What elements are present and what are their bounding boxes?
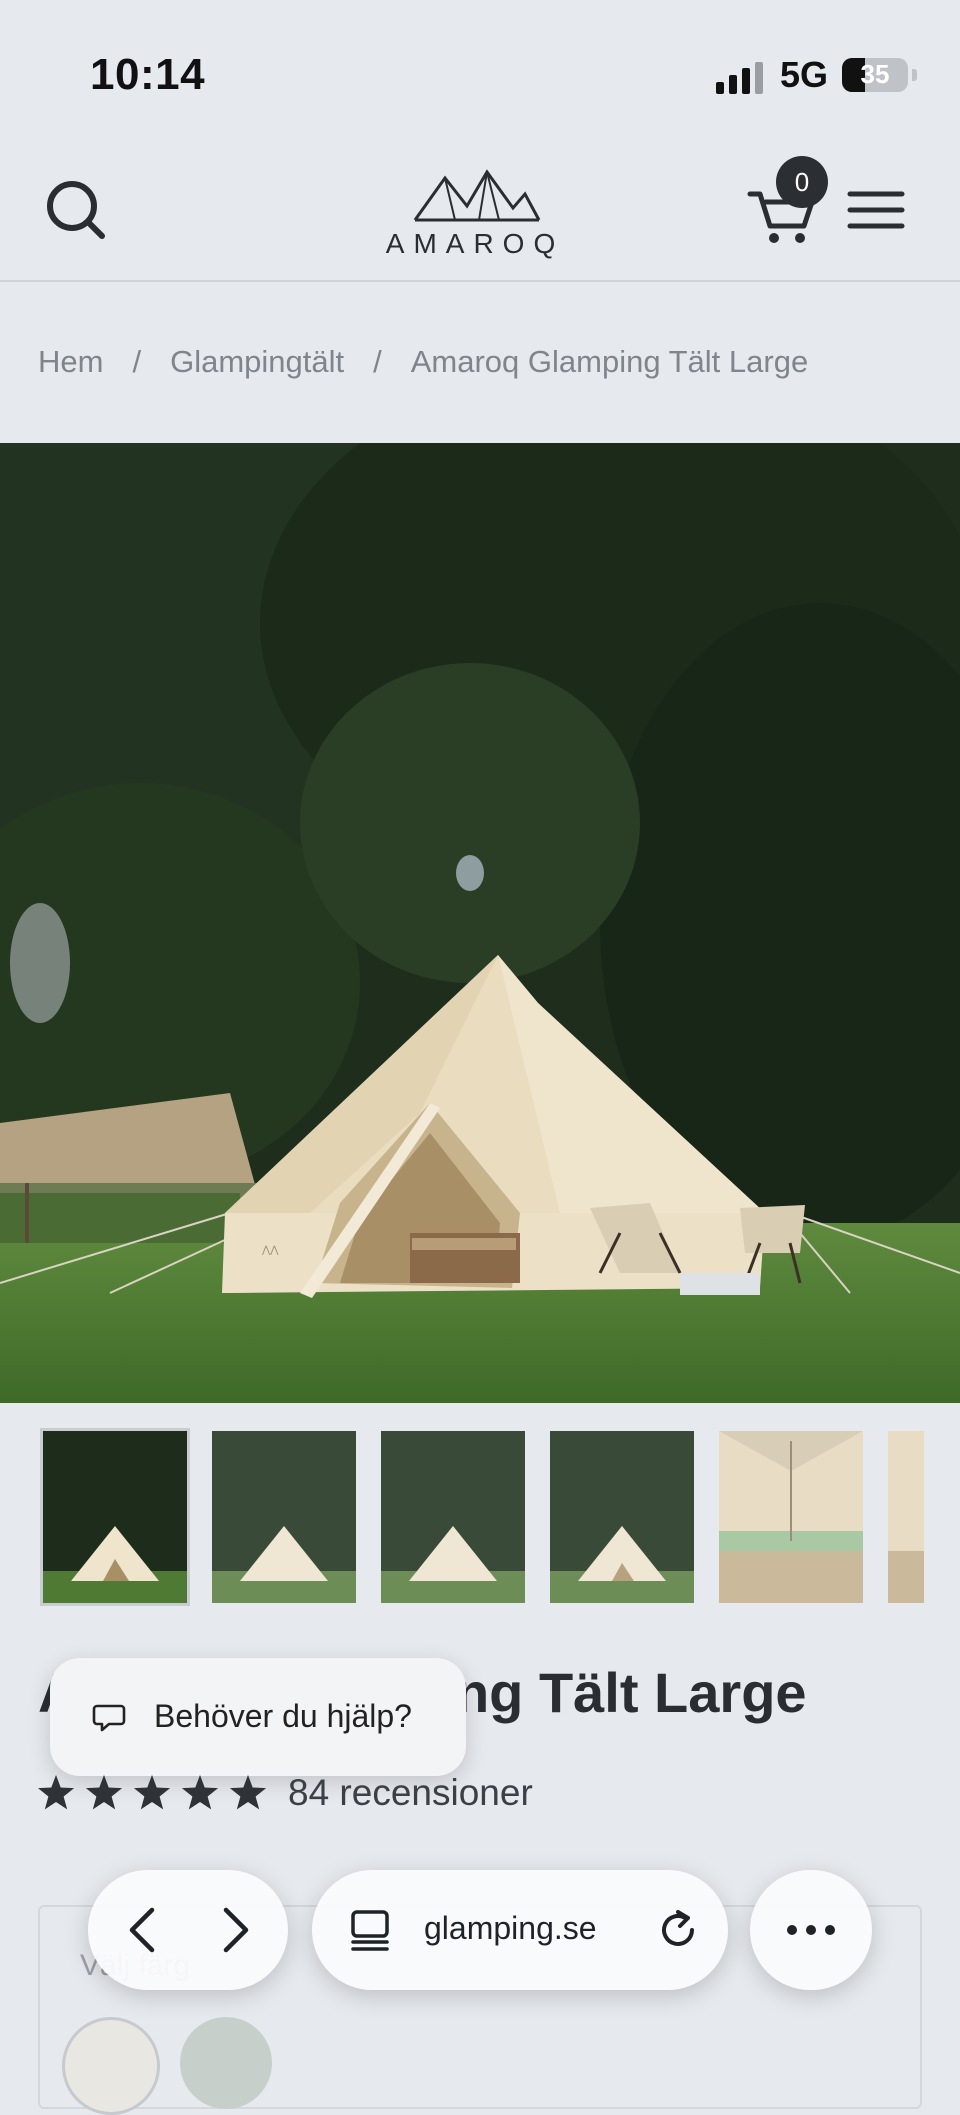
breadcrumb: Hem / Glampingtält / Amaroq Glamping Tält La… bbox=[38, 344, 888, 380]
thumbnail-6[interactable] bbox=[888, 1431, 924, 1603]
browser-toolbar: glamping.se bbox=[0, 1850, 960, 2000]
thumbnail-4[interactable] bbox=[550, 1431, 694, 1603]
more-icon bbox=[787, 1925, 835, 1935]
battery-level: 35 bbox=[860, 59, 890, 89]
review-count[interactable]: 84 recensioner bbox=[288, 1772, 533, 1814]
star-icon bbox=[133, 1775, 171, 1810]
color-swatch-green[interactable] bbox=[180, 2017, 272, 2109]
address-bar[interactable]: glamping.se bbox=[312, 1870, 728, 1990]
battery-icon: 35 bbox=[842, 58, 917, 92]
reload-icon[interactable] bbox=[652, 1904, 704, 1956]
browser-nav-group bbox=[88, 1870, 288, 1990]
breadcrumb-fade bbox=[820, 330, 960, 390]
status-bar: 10:14 5G 35 bbox=[0, 0, 960, 150]
breadcrumb-separator: / bbox=[373, 344, 382, 379]
site-logo[interactable]: AMAROQ bbox=[375, 158, 575, 268]
breadcrumb-home[interactable]: Hem bbox=[38, 344, 103, 380]
url-text[interactable]: glamping.se bbox=[424, 1910, 597, 1947]
breadcrumb-separator: / bbox=[132, 344, 142, 379]
thumbnail-5[interactable] bbox=[719, 1431, 863, 1603]
hamburger-menu-icon[interactable] bbox=[846, 180, 906, 240]
site-header: AMAROQ 0 bbox=[0, 150, 960, 282]
breadcrumb-current: Amaroq Glamping Tält Large bbox=[410, 344, 809, 379]
star-icon bbox=[181, 1775, 219, 1810]
product-main-image[interactable]: ⋀⋀ bbox=[0, 443, 960, 1403]
rating-stars bbox=[38, 1775, 267, 1810]
chevron-left-icon[interactable] bbox=[112, 1898, 176, 1962]
status-time: 10:14 bbox=[90, 50, 206, 99]
star-icon bbox=[85, 1775, 123, 1810]
help-chat-button[interactable]: Behöver du hjälp? bbox=[50, 1658, 466, 1776]
battery-tip bbox=[912, 69, 917, 81]
help-chat-label: Behöver du hjälp? bbox=[154, 1698, 412, 1734]
breadcrumb-category[interactable]: Glampingtält bbox=[170, 344, 344, 380]
logo-text: AMAROQ bbox=[385, 228, 565, 259]
star-icon bbox=[38, 1775, 75, 1810]
tabs-icon[interactable] bbox=[348, 1908, 394, 1954]
chat-bubble-icon bbox=[92, 1704, 126, 1732]
browser-more-button[interactable] bbox=[750, 1870, 872, 1990]
mountain-logo bbox=[413, 169, 541, 222]
thumbnail-strip bbox=[40, 1428, 960, 1608]
cart-count-badge: 0 bbox=[776, 156, 828, 208]
tent-photo: ⋀⋀ bbox=[0, 443, 960, 1403]
network-label: 5G bbox=[780, 54, 829, 95]
signal-icon bbox=[716, 62, 763, 94]
star-icon bbox=[229, 1775, 267, 1810]
chevron-right-icon[interactable] bbox=[202, 1898, 266, 1962]
search-icon[interactable] bbox=[40, 174, 110, 244]
svg-text:⋀⋀: ⋀⋀ bbox=[261, 1245, 279, 1256]
color-swatch-beige[interactable] bbox=[62, 2017, 160, 2115]
thumbnail-1[interactable] bbox=[40, 1428, 190, 1606]
thumbnail-3[interactable] bbox=[381, 1431, 525, 1603]
thumbnail-2[interactable] bbox=[212, 1431, 356, 1603]
